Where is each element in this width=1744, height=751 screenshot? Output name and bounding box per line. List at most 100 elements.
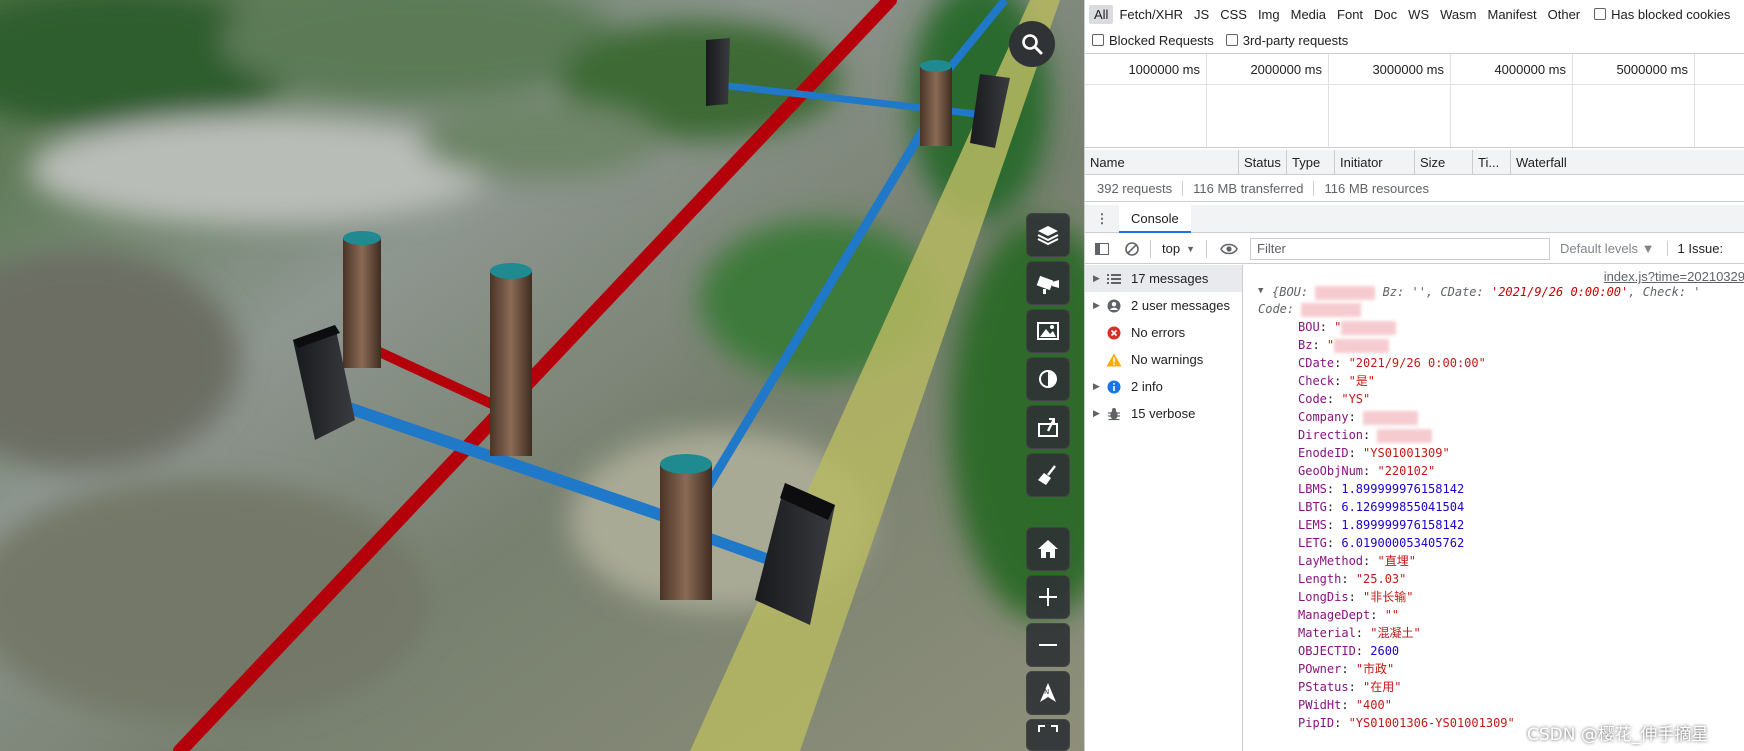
- has-blocked-cookies-checkbox[interactable]: Has blocked cookies: [1594, 7, 1730, 22]
- source-link[interactable]: index.js?time=20210329: [1604, 269, 1744, 284]
- live-expression-button[interactable]: [1216, 236, 1242, 262]
- redacted-value: [1363, 410, 1419, 425]
- broom-icon: [1038, 465, 1056, 485]
- filter-other[interactable]: Other: [1543, 5, 1586, 24]
- filter-img[interactable]: Img: [1253, 5, 1285, 24]
- collapse-arrow-icon[interactable]: ▼: [1258, 286, 1263, 296]
- property-value: "混凝土": [1370, 626, 1421, 640]
- property-value: 1.899999976158142: [1341, 518, 1465, 532]
- property-value: 6.019000053405762: [1341, 536, 1465, 550]
- property-colon: :: [1348, 590, 1364, 604]
- home-button[interactable]: [1026, 527, 1070, 571]
- third-party-label: 3rd-party requests: [1242, 32, 1349, 48]
- expand-arrow-icon: ▶: [1093, 381, 1100, 391]
- property-colon: :: [1312, 338, 1327, 352]
- list-icon: [1105, 271, 1123, 287]
- well-2[interactable]: [490, 263, 532, 456]
- network-overview-timeline[interactable]: 1000000 ms 2000000 ms 3000000 ms 4000000…: [1085, 53, 1744, 149]
- redacted-value: [1334, 338, 1390, 353]
- zoom-out-button[interactable]: [1026, 623, 1070, 667]
- property-key: LEMS: [1298, 518, 1327, 532]
- context-selector[interactable]: top ▼: [1156, 241, 1201, 256]
- object-preview: {BOU: Bz: '', CDate: '2021/9/26 0:00:00'…: [1272, 285, 1701, 300]
- clear-console-button[interactable]: [1119, 236, 1145, 262]
- property-row: OBJECTID: 2600: [1298, 642, 1515, 660]
- imagery-button[interactable]: [1026, 309, 1070, 353]
- property-row: BOU: ": [1298, 318, 1515, 336]
- filter-doc[interactable]: Doc: [1369, 5, 1402, 24]
- filter-media[interactable]: Media: [1286, 5, 1331, 24]
- object-preview-code: Code:: [1258, 302, 1362, 317]
- sidebar-item-warnings[interactable]: No warnings: [1085, 346, 1242, 373]
- tab-console[interactable]: Console: [1119, 204, 1191, 233]
- eye-icon: [1220, 243, 1238, 254]
- filter-fetch-xhr[interactable]: Fetch/XHR: [1114, 5, 1188, 24]
- filter-js[interactable]: JS: [1189, 5, 1214, 24]
- filter-all[interactable]: All: [1089, 4, 1114, 24]
- filter-css[interactable]: CSS: [1215, 5, 1252, 24]
- console-filter-input[interactable]: [1250, 237, 1550, 260]
- column-type[interactable]: Type: [1287, 149, 1335, 175]
- blocked-requests-checkbox[interactable]: Blocked Requests: [1092, 33, 1214, 48]
- user-icon: [1105, 298, 1123, 314]
- well-3[interactable]: [660, 454, 712, 600]
- more-options-icon[interactable]: ⋮: [1093, 211, 1111, 227]
- timeline-tick: 2000000 ms: [1207, 54, 1329, 149]
- property-row: POwner: "市政": [1298, 660, 1515, 678]
- sidebar-item-messages[interactable]: ▶ 17 messages: [1085, 265, 1242, 292]
- property-colon: :: [1334, 716, 1349, 730]
- minus-icon: [1039, 644, 1057, 646]
- search-icon: [1022, 34, 1043, 55]
- filter-ws[interactable]: WS: [1403, 5, 1434, 24]
- property-row: Direction:: [1298, 426, 1515, 444]
- property-key: Direction: [1298, 428, 1364, 442]
- well-1[interactable]: [343, 231, 381, 368]
- zoom-in-button[interactable]: [1026, 575, 1070, 619]
- filter-font[interactable]: Font: [1332, 5, 1368, 24]
- contrast-button[interactable]: [1026, 357, 1070, 401]
- compass-button[interactable]: N: [1026, 671, 1070, 715]
- filter-wasm[interactable]: Wasm: [1435, 5, 1481, 24]
- sidebar-item-verbose[interactable]: ▶ 15 verbose: [1085, 400, 1242, 427]
- camera-button[interactable]: [1026, 261, 1070, 305]
- property-value: "YS": [1341, 392, 1371, 406]
- column-waterfall[interactable]: Waterfall: [1511, 150, 1744, 175]
- well-4[interactable]: [920, 60, 952, 146]
- property-colon: :: [1326, 518, 1342, 532]
- property-row: GeoObjNum: "220102": [1298, 462, 1515, 480]
- column-time[interactable]: Ti...: [1473, 149, 1511, 175]
- junction-box-3[interactable]: [706, 38, 730, 106]
- column-name[interactable]: Name: [1085, 149, 1239, 175]
- terrain-3d-view[interactable]: [0, 0, 1084, 751]
- network-summary-bar: 392 requests 116 MB transferred 116 MB r…: [1085, 176, 1744, 202]
- column-size[interactable]: Size: [1415, 149, 1473, 175]
- sidebar-item-label: No warnings: [1131, 352, 1204, 367]
- svg-text:N: N: [1044, 688, 1049, 696]
- clean-button[interactable]: [1026, 453, 1070, 497]
- filter-manifest[interactable]: Manifest: [1482, 5, 1541, 24]
- property-key: BOU: [1298, 320, 1320, 334]
- property-value: "220102": [1377, 464, 1436, 478]
- has-blocked-cookies-label: Has blocked cookies: [1611, 6, 1731, 22]
- issues-counter[interactable]: 1 Issue:: [1666, 241, 1723, 256]
- log-levels-dropdown[interactable]: Default levels ▼: [1560, 241, 1655, 256]
- third-party-checkbox[interactable]: 3rd-party requests: [1225, 32, 1349, 48]
- sidebar-item-errors[interactable]: No errors: [1085, 319, 1242, 346]
- column-status[interactable]: Status: [1239, 149, 1287, 175]
- property-colon: :: [1341, 698, 1356, 712]
- sidebar-item-info[interactable]: ▶ 2 info: [1085, 373, 1242, 400]
- preview-cdate: '2021/9/26 0:00:00': [1490, 285, 1629, 299]
- fullscreen-button[interactable]: [1026, 719, 1070, 751]
- layers-button[interactable]: [1026, 213, 1070, 257]
- export-button[interactable]: [1026, 405, 1070, 449]
- search-button[interactable]: [1009, 21, 1055, 67]
- column-initiator[interactable]: Initiator: [1335, 149, 1415, 175]
- preview-bz: Bz: '', CDate:: [1382, 285, 1491, 299]
- toggle-sidebar-button[interactable]: [1089, 236, 1115, 262]
- map-viewport[interactable]: N: [0, 0, 1084, 751]
- sidebar-item-user-messages[interactable]: ▶ 2 user messages: [1085, 292, 1242, 319]
- console-output[interactable]: index.js?time=20210329 ▼ {BOU: Bz: '', C…: [1244, 265, 1744, 751]
- sidebar-item-label: No errors: [1131, 325, 1186, 340]
- property-value: "400": [1355, 698, 1392, 712]
- expand-arrow-icon: ▶: [1093, 273, 1100, 283]
